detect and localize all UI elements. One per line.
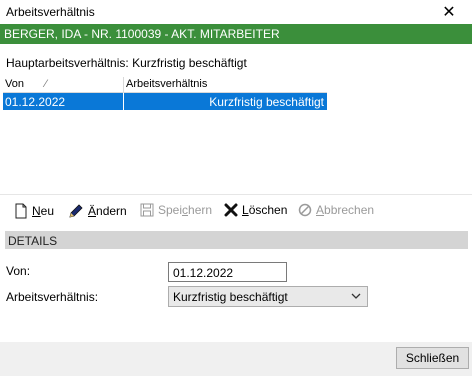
column-header-von[interactable]: Von bbox=[5, 78, 24, 90]
details-header: DETAILS bbox=[5, 231, 468, 249]
arbeitsverhaeltnis-select-value: Kurzfristig beschäftigt bbox=[173, 290, 288, 304]
cell-arbeitsverhaeltnis: Kurzfristig beschäftigt bbox=[209, 95, 324, 109]
cancel-button-label: Abbrechen bbox=[316, 203, 375, 217]
employment-grid: Von ⁄ Arbeitsverhältnis 01.12.2022 Kurzf… bbox=[3, 77, 327, 110]
close-button-label: Schließen bbox=[405, 351, 460, 365]
details-header-label: DETAILS bbox=[8, 234, 58, 248]
save-button[interactable]: Speichern bbox=[140, 203, 212, 217]
new-document-icon bbox=[15, 203, 27, 219]
table-row[interactable]: 01.12.2022 Kurzfristig beschäftigt bbox=[3, 93, 327, 110]
main-employment-label: Hauptarbeitsverhältnis: Kurzfristig besc… bbox=[6, 56, 247, 70]
close-button[interactable]: Schließen bbox=[396, 347, 469, 369]
pencil-icon bbox=[69, 204, 83, 218]
grid-header: Von ⁄ Arbeitsverhältnis bbox=[3, 77, 327, 93]
cancel-button[interactable]: Abbrechen bbox=[298, 203, 374, 217]
column-header-arbeitsverhaeltnis[interactable]: Arbeitsverhältnis bbox=[126, 78, 207, 90]
employee-banner-text: BERGER, IDA - NR. 1100039 - AKT. MITARBE… bbox=[4, 27, 280, 41]
new-button[interactable]: Neu bbox=[14, 203, 54, 219]
delete-x-icon bbox=[224, 203, 238, 217]
toolbar-divider bbox=[0, 194, 472, 195]
toolbar: Neu Ändern Speichern Löschen Abbrechen bbox=[0, 200, 472, 222]
von-label: Von: bbox=[6, 264, 31, 278]
cancel-icon bbox=[298, 203, 312, 217]
window-title: Arbeitsverhältnis bbox=[6, 5, 95, 19]
delete-button[interactable]: Löschen bbox=[224, 203, 287, 217]
cell-divider bbox=[123, 93, 124, 110]
von-date-field[interactable]: 01.12.2022 bbox=[168, 262, 287, 282]
save-icon bbox=[140, 203, 154, 217]
main-panel: Hauptarbeitsverhältnis: Kurzfristig besc… bbox=[0, 44, 472, 342]
arbeitsverhaeltnis-select[interactable]: Kurzfristig beschäftigt bbox=[168, 286, 368, 307]
new-button-label: Neu bbox=[32, 204, 55, 218]
close-window-button[interactable]: ✕ bbox=[426, 0, 472, 24]
delete-button-label: Löschen bbox=[242, 203, 288, 217]
edit-button-label: Ändern bbox=[88, 204, 127, 218]
von-date-value: 01.12.2022 bbox=[173, 266, 234, 280]
save-button-label: Speichern bbox=[158, 203, 213, 217]
cell-von: 01.12.2022 bbox=[5, 95, 66, 109]
title-bar: Arbeitsverhältnis ✕ bbox=[0, 0, 472, 24]
column-divider[interactable] bbox=[123, 77, 124, 92]
employee-banner: BERGER, IDA - NR. 1100039 - AKT. MITARBE… bbox=[0, 24, 472, 44]
sort-indicator-icon: ⁄ bbox=[45, 78, 47, 90]
close-icon: ✕ bbox=[442, 4, 456, 21]
edit-button[interactable]: Ändern bbox=[68, 203, 127, 219]
chevron-down-icon bbox=[351, 293, 361, 299]
arbeitsverhaeltnis-label: Arbeitsverhältnis: bbox=[6, 290, 99, 304]
